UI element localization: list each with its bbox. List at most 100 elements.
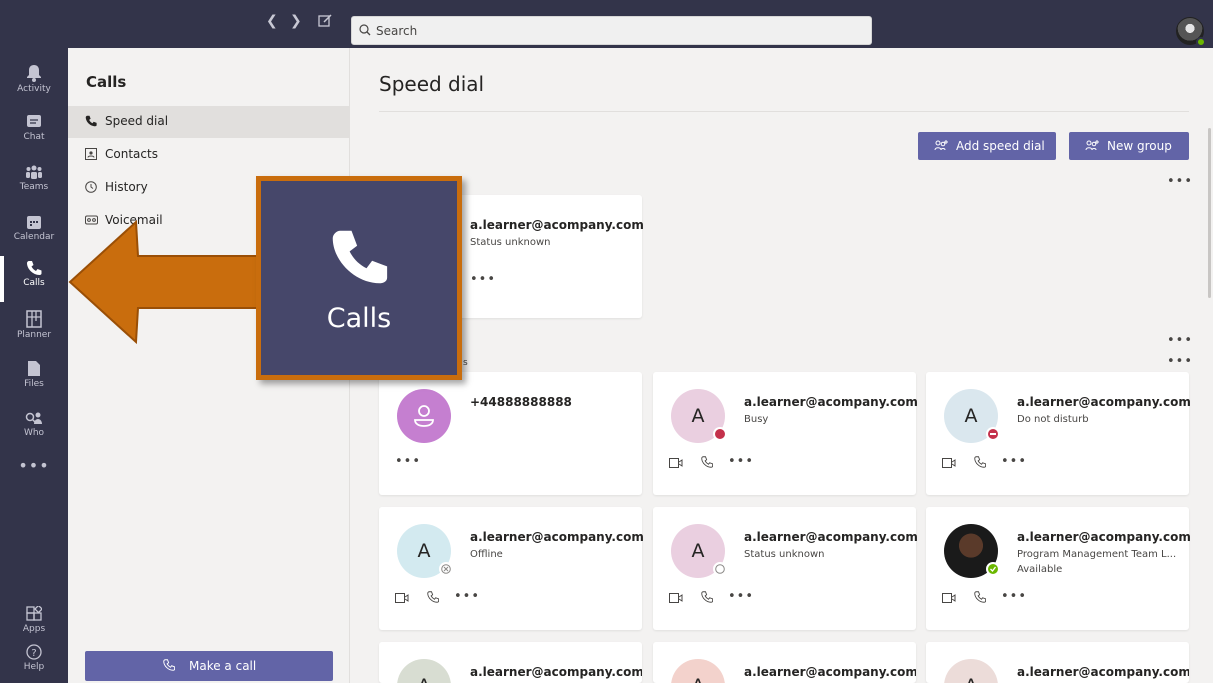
presence-dnd-badge bbox=[986, 427, 1000, 441]
more-options-icon[interactable]: ••• bbox=[470, 272, 496, 287]
contact-name: a.learner@acompany.com bbox=[470, 530, 644, 544]
planner-icon bbox=[26, 310, 42, 328]
phone-icon[interactable] bbox=[427, 591, 439, 603]
contact-photo bbox=[944, 524, 1000, 578]
speed-dial-card[interactable]: a.learner@acompany.com Program Managemen… bbox=[926, 507, 1191, 630]
contact-status: Status unknown bbox=[470, 237, 551, 248]
avatar-initial: A bbox=[964, 405, 978, 427]
contact-avatar: A bbox=[944, 659, 998, 683]
nav-speed-dial[interactable]: Speed dial bbox=[68, 106, 350, 138]
more-options-icon[interactable]: ••• bbox=[1001, 589, 1027, 604]
contact-status: Do not disturb bbox=[1017, 414, 1089, 425]
rail-label: Activity bbox=[17, 84, 51, 94]
rail-label: Chat bbox=[23, 132, 45, 142]
rail-planner[interactable]: Planner bbox=[0, 302, 68, 350]
video-call-icon[interactable] bbox=[395, 593, 409, 603]
rail-who[interactable]: Who bbox=[0, 402, 68, 450]
speed-dial-card[interactable]: +44888888888 ••• bbox=[379, 372, 642, 495]
more-options-icon[interactable]: ••• bbox=[1001, 454, 1027, 469]
compose-icon[interactable] bbox=[318, 13, 333, 32]
more-options-icon[interactable]: ••• bbox=[454, 589, 480, 604]
search-input[interactable] bbox=[376, 20, 856, 41]
contact-avatar: A bbox=[944, 389, 1000, 443]
rail-calls[interactable]: Calls bbox=[0, 252, 68, 302]
svg-text:?: ? bbox=[31, 648, 36, 659]
contacts-icon bbox=[85, 148, 97, 160]
speed-dial-card[interactable]: A a.learner@acompany.com Status unknown … bbox=[653, 507, 918, 630]
avatar-initial: A bbox=[418, 675, 431, 683]
phone-icon[interactable] bbox=[974, 456, 986, 468]
add-speed-dial-button[interactable]: Add speed dial bbox=[918, 132, 1056, 160]
file-icon bbox=[28, 361, 40, 376]
rail-label: Planner bbox=[16, 330, 52, 340]
new-group-button[interactable]: New group bbox=[1069, 132, 1189, 160]
search-box[interactable] bbox=[351, 16, 872, 45]
contact-name: a.learner@acompany.com bbox=[1017, 395, 1191, 409]
rail-chat[interactable]: Chat bbox=[0, 106, 68, 154]
rail-label: Who bbox=[23, 428, 45, 438]
rail-label: Calls bbox=[23, 278, 45, 288]
avatar-initial: A bbox=[692, 675, 705, 683]
rail-help[interactable]: ? Help bbox=[0, 636, 68, 683]
avatar-initial: A bbox=[691, 540, 705, 562]
contact-name: +44888888888 bbox=[470, 395, 572, 409]
contact-status: Busy bbox=[744, 414, 769, 425]
contact-avatar: A bbox=[671, 659, 725, 683]
nav-label: History bbox=[105, 180, 148, 194]
contact-avatar: A bbox=[397, 524, 453, 578]
phone-icon bbox=[85, 115, 97, 127]
rail-files[interactable]: Files bbox=[0, 352, 68, 400]
profile-avatar[interactable] bbox=[1176, 17, 1206, 47]
speed-dial-card[interactable]: A a.learner@acompany.com Offline ••• bbox=[379, 507, 644, 630]
speed-dial-card[interactable]: A a.learner@acompany.com bbox=[926, 642, 1189, 683]
contact-name: a.learner@acompany.com bbox=[744, 395, 918, 409]
video-call-icon[interactable] bbox=[669, 593, 683, 603]
search-icon bbox=[359, 24, 371, 36]
more-options-icon[interactable]: ••• bbox=[1167, 354, 1193, 369]
back-icon[interactable]: ❮ bbox=[266, 13, 278, 29]
calls-callout: Calls bbox=[256, 176, 462, 380]
add-people-icon bbox=[1085, 140, 1099, 151]
speed-dial-main: Speed dial Add speed dial New group ••• … bbox=[351, 48, 1213, 683]
button-label: Add speed dial bbox=[956, 139, 1045, 153]
rail-activity[interactable]: Activity bbox=[0, 56, 68, 104]
make-a-call-button[interactable]: Make a call bbox=[85, 651, 333, 681]
rail-teams[interactable]: Teams bbox=[0, 156, 68, 204]
phone-icon bbox=[27, 261, 42, 275]
avatar-initial: A bbox=[965, 675, 978, 683]
speed-dial-card[interactable]: A a.learner@acompany.com bbox=[379, 642, 642, 683]
rail-label: Files bbox=[24, 379, 44, 389]
more-options-icon[interactable]: ••• bbox=[1167, 333, 1193, 348]
phone-icon[interactable] bbox=[974, 591, 986, 603]
nav-contacts[interactable]: Contacts bbox=[68, 139, 350, 171]
phone-icon[interactable] bbox=[701, 456, 713, 468]
video-call-icon[interactable] bbox=[942, 593, 956, 603]
teams-icon bbox=[26, 165, 42, 179]
contact-title: Program Management Team L... bbox=[1017, 549, 1177, 560]
contact-name: a.learner@acompany.com bbox=[1017, 665, 1189, 679]
divider bbox=[379, 111, 1189, 112]
callout-label: Calls bbox=[326, 303, 392, 334]
forward-icon[interactable]: ❯ bbox=[290, 13, 302, 29]
speed-dial-card[interactable]: A a.learner@acompany.com bbox=[653, 642, 916, 683]
more-options-icon[interactable]: ••• bbox=[1167, 174, 1193, 189]
more-options-icon[interactable]: ••• bbox=[395, 454, 421, 469]
make-call-label: Make a call bbox=[189, 659, 257, 673]
contact-status: Offline bbox=[470, 549, 503, 560]
scrollbar[interactable] bbox=[1208, 128, 1211, 298]
speed-dial-card[interactable]: A a.learner@acompany.com Busy ••• bbox=[653, 372, 918, 495]
video-call-icon[interactable] bbox=[669, 458, 683, 468]
contact-avatar: A bbox=[671, 524, 727, 578]
rail-label: Apps bbox=[22, 624, 46, 634]
phone-icon[interactable] bbox=[701, 591, 713, 603]
speed-dial-card[interactable]: A a.learner@acompany.com Do not disturb … bbox=[926, 372, 1191, 495]
more-options-icon[interactable]: ••• bbox=[728, 589, 754, 604]
rail-calendar[interactable]: Calendar bbox=[0, 206, 68, 254]
who-icon bbox=[25, 412, 42, 424]
top-bar: ❮ ❯ bbox=[0, 0, 1213, 48]
rail-more-icon[interactable]: ••• bbox=[0, 456, 68, 504]
bell-icon bbox=[27, 65, 41, 82]
avatar-initial: A bbox=[417, 540, 431, 562]
more-options-icon[interactable]: ••• bbox=[728, 454, 754, 469]
video-call-icon[interactable] bbox=[942, 458, 956, 468]
